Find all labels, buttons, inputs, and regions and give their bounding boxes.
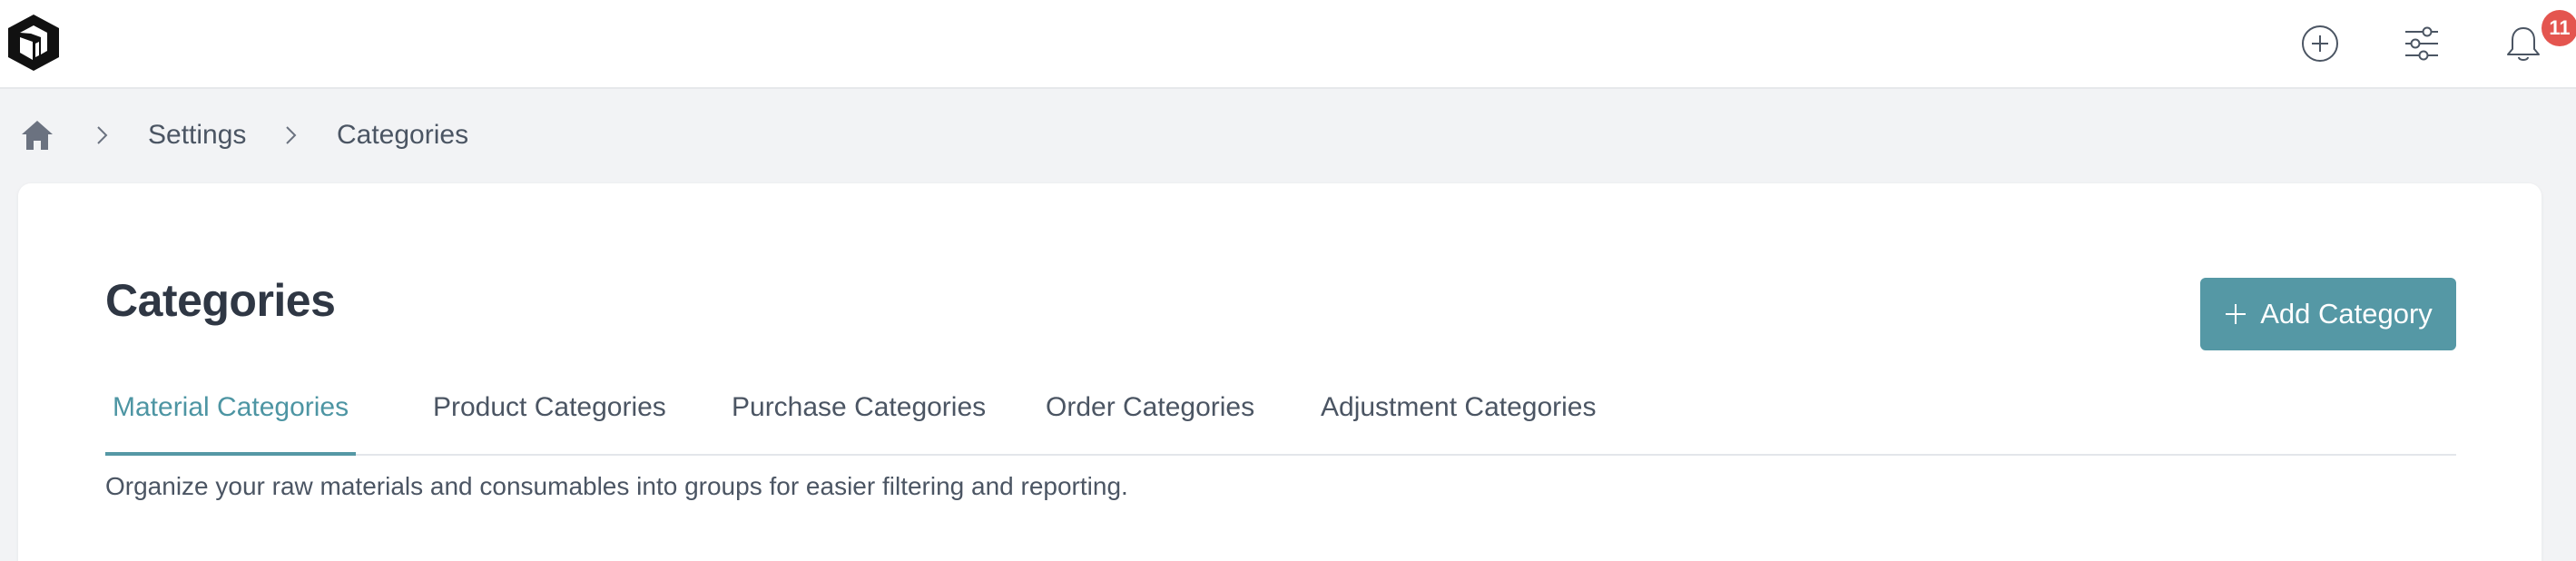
chevron-right-icon bbox=[281, 123, 301, 148]
home-icon[interactable] bbox=[20, 119, 54, 152]
tab-purchase-categories[interactable]: Purchase Categories bbox=[724, 385, 993, 454]
chevron-right-icon bbox=[93, 123, 113, 148]
category-tabs: Material Categories Product Categories P… bbox=[105, 385, 2456, 456]
tab-order-categories[interactable]: Order Categories bbox=[1038, 385, 1262, 454]
plus-circle-icon[interactable] bbox=[2296, 20, 2344, 67]
page-title: Categories bbox=[105, 275, 336, 326]
sliders-icon[interactable] bbox=[2398, 20, 2445, 67]
breadcrumb: Settings Categories bbox=[0, 91, 908, 182]
cube-logo-icon[interactable] bbox=[5, 13, 62, 73]
plus-icon bbox=[2226, 304, 2247, 324]
breadcrumb-item-categories: Categories bbox=[337, 120, 469, 150]
categories-card: Categories Add Category Material Categor… bbox=[18, 183, 2542, 561]
notification-badge: 11 bbox=[2542, 10, 2576, 46]
breadcrumb-item-settings[interactable]: Settings bbox=[148, 120, 246, 151]
tab-product-categories[interactable]: Product Categories bbox=[426, 385, 673, 454]
tab-description: Organize your raw materials and consumab… bbox=[105, 472, 1128, 500]
tab-adjustment-categories[interactable]: Adjustment Categories bbox=[1313, 385, 1604, 454]
top-bar: 11 bbox=[0, 0, 2576, 89]
add-category-button[interactable]: Add Category bbox=[2200, 278, 2456, 350]
bell-icon[interactable] bbox=[2500, 20, 2547, 67]
tab-material-categories[interactable]: Material Categories bbox=[105, 385, 357, 456]
add-category-label: Add Category bbox=[2260, 298, 2433, 330]
